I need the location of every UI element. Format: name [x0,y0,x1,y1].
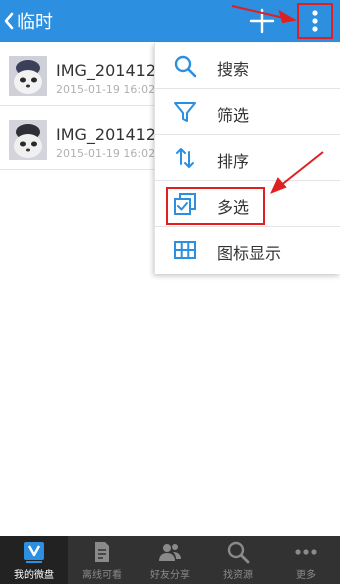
nav-label: 我的微盘 [14,570,54,581]
nav-item-my-weipan[interactable]: 我的微盘 [0,536,68,584]
chevron-left-icon [4,12,14,30]
menu-item-search[interactable]: 搜索 [155,43,340,89]
grid-view-icon [174,241,196,259]
search-icon [227,541,250,564]
nav-item-friends-share[interactable]: 好友分享 [136,536,204,584]
title-bar: 临时 [0,0,340,42]
offline-document-icon [95,542,109,562]
annotation-highlight-box [166,187,265,225]
nav-item-offline[interactable]: 离线可看 [68,536,136,584]
menu-item-label: 排序 [217,152,250,171]
weipan-logo-icon [24,542,44,563]
page-title: 临时 [17,12,53,33]
back-button[interactable]: 临时 [4,8,53,34]
more-dots-icon [295,549,317,555]
sort-icon [176,148,194,168]
nav-label: 找资源 [223,570,253,581]
file-date: 2015-01-19 16:02 [56,83,156,96]
friends-icon [159,544,181,561]
bottom-nav: 我的微盘 离线可看 好友分享 找资源 更多 [0,536,340,584]
nav-label: 更多 [296,570,316,581]
menu-item-label: 搜索 [217,60,250,79]
menu-item-grid-view[interactable]: 图标显示 [155,227,340,273]
filter-icon [174,102,196,122]
nav-label: 离线可看 [82,570,122,581]
menu-item-label: 筛选 [217,106,250,125]
file-name: IMG_2014124 [56,61,167,80]
more-menu-button[interactable] [297,3,333,39]
menu-item-sort[interactable]: 排序 [155,135,340,181]
nav-item-find-resources[interactable]: 找资源 [204,536,272,584]
menu-item-filter[interactable]: 筛选 [155,89,340,135]
menu-item-label: 图标显示 [217,244,282,263]
file-date: 2015-01-19 16:02 [56,147,156,160]
overflow-menu: 搜索 筛选 排序 多选 图标显示 [154,43,340,274]
file-thumbnail [9,120,47,160]
search-icon [174,55,197,78]
nav-item-more[interactable]: 更多 [272,536,340,584]
nav-label: 好友分享 [150,570,190,581]
more-vertical-icon [312,10,318,32]
file-thumbnail [9,56,47,96]
add-button[interactable] [249,8,275,34]
file-name: IMG_2014124 [56,125,167,144]
